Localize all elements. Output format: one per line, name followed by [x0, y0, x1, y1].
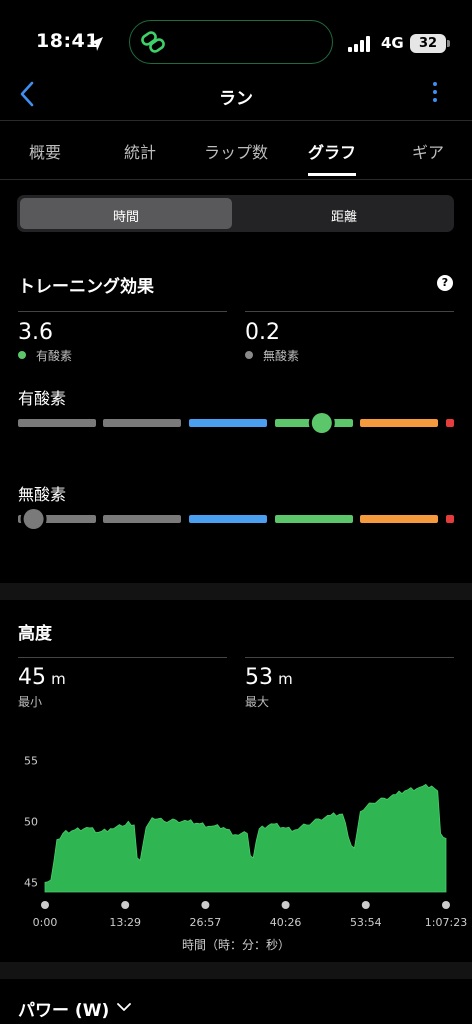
anaerobic-dot [245, 351, 253, 359]
aerobic-label: 有酸素 [36, 349, 73, 363]
anaerobic-value: 0.2 [245, 320, 280, 345]
divider [18, 657, 227, 658]
section-divider [0, 583, 472, 600]
segment-time[interactable]: 時間 [20, 206, 232, 225]
divider [245, 311, 454, 312]
more-options-icon[interactable] [430, 82, 440, 108]
aerobic-value: 3.6 [18, 320, 53, 345]
x-tick-dot [41, 901, 49, 909]
x-tick-dot [201, 901, 210, 909]
tab-stats[interactable]: 統計 [100, 139, 180, 163]
elevation-max-unit: m [278, 670, 293, 688]
x-tick-dot [442, 901, 450, 909]
x-tick-dot [121, 901, 130, 909]
x-tick-label: 13:29 [109, 916, 141, 929]
signal-icon [348, 36, 370, 52]
active-tab-indicator [308, 173, 356, 176]
y-tick-label: 50 [24, 815, 38, 828]
divider [18, 311, 227, 312]
elevation-title: 高度 [18, 624, 52, 644]
divider [245, 657, 454, 658]
battery-level: 32 [418, 36, 438, 51]
aerobic-scale-segment [103, 419, 181, 427]
elevation-min-label: 最小 [18, 695, 43, 709]
elevation-min-unit: m [51, 670, 66, 688]
tab-laps[interactable]: ラップ数 [196, 139, 276, 163]
elevation-min: 45 m [18, 665, 66, 690]
x-tick-dot [281, 901, 290, 909]
anaerobic-scale-segment [103, 515, 181, 523]
aerobic-dot [18, 351, 26, 359]
x-tick-label: 1:07:23 [425, 916, 467, 929]
network-type: 4G [381, 34, 404, 52]
anaerobic-scale-segment [446, 515, 454, 523]
page-title: ラン [219, 89, 253, 109]
training-effect-title: トレーニング効果 [18, 277, 154, 297]
battery-icon: 32 [410, 34, 446, 53]
battery-nub [447, 40, 450, 47]
elevation-max: 53 m [245, 665, 293, 690]
power-title[interactable]: パワー (W) [18, 996, 109, 1021]
elevation-max-label: 最大 [245, 695, 270, 709]
anaerobic-scale-segment [360, 515, 438, 523]
x-tick-label: 53:54 [350, 916, 382, 929]
elevation-area [44, 783, 447, 893]
elevation-max-value: 53 [245, 665, 273, 690]
aerobic-scale-segment [189, 419, 267, 427]
anaerobic-scale-segment [275, 515, 353, 523]
tab-graph[interactable]: グラフ [292, 139, 372, 163]
x-tick-label: 0:00 [33, 916, 58, 929]
link-rings-icon [141, 31, 165, 53]
y-tick-label: 45 [24, 876, 38, 889]
aerobic-scale-segment [18, 419, 96, 427]
elevation-chart[interactable]: 55 50 45 0:00 13:29 26:57 40:26 53:54 1:07:23 [0, 750, 472, 955]
elevation-min-value: 45 [18, 665, 46, 690]
tab-bar: 概要 統計 ラップ数 グラフ ギア [0, 120, 472, 180]
tab-overview[interactable]: 概要 [5, 139, 85, 163]
anaerobic-label: 無酸素 [263, 349, 300, 363]
anaerobic-scale-segment [189, 515, 267, 523]
aerobic-scale-segment [446, 419, 454, 427]
training-scales [18, 410, 454, 532]
y-tick-label: 55 [24, 754, 38, 767]
help-icon[interactable]: ? [437, 275, 453, 291]
x-tick-label: 26:57 [190, 916, 222, 929]
aerobic-scale [18, 410, 454, 436]
chevron-down-icon[interactable] [116, 1001, 132, 1013]
x-tick-label: 40:26 [270, 916, 302, 929]
x-axis-label: 時間（時：分：秒） [181, 938, 290, 952]
tab-gear[interactable]: ギア [388, 139, 468, 163]
location-arrow-icon [89, 37, 103, 51]
aerobic-scale-segment [360, 419, 438, 427]
x-tick-dot [361, 901, 370, 909]
segment-distance[interactable]: 距離 [238, 206, 450, 225]
anaerobic-scale [18, 506, 454, 532]
aerobic-scale-marker [311, 413, 332, 433]
section-divider [0, 962, 472, 979]
anaerobic-scale-marker [23, 509, 44, 529]
